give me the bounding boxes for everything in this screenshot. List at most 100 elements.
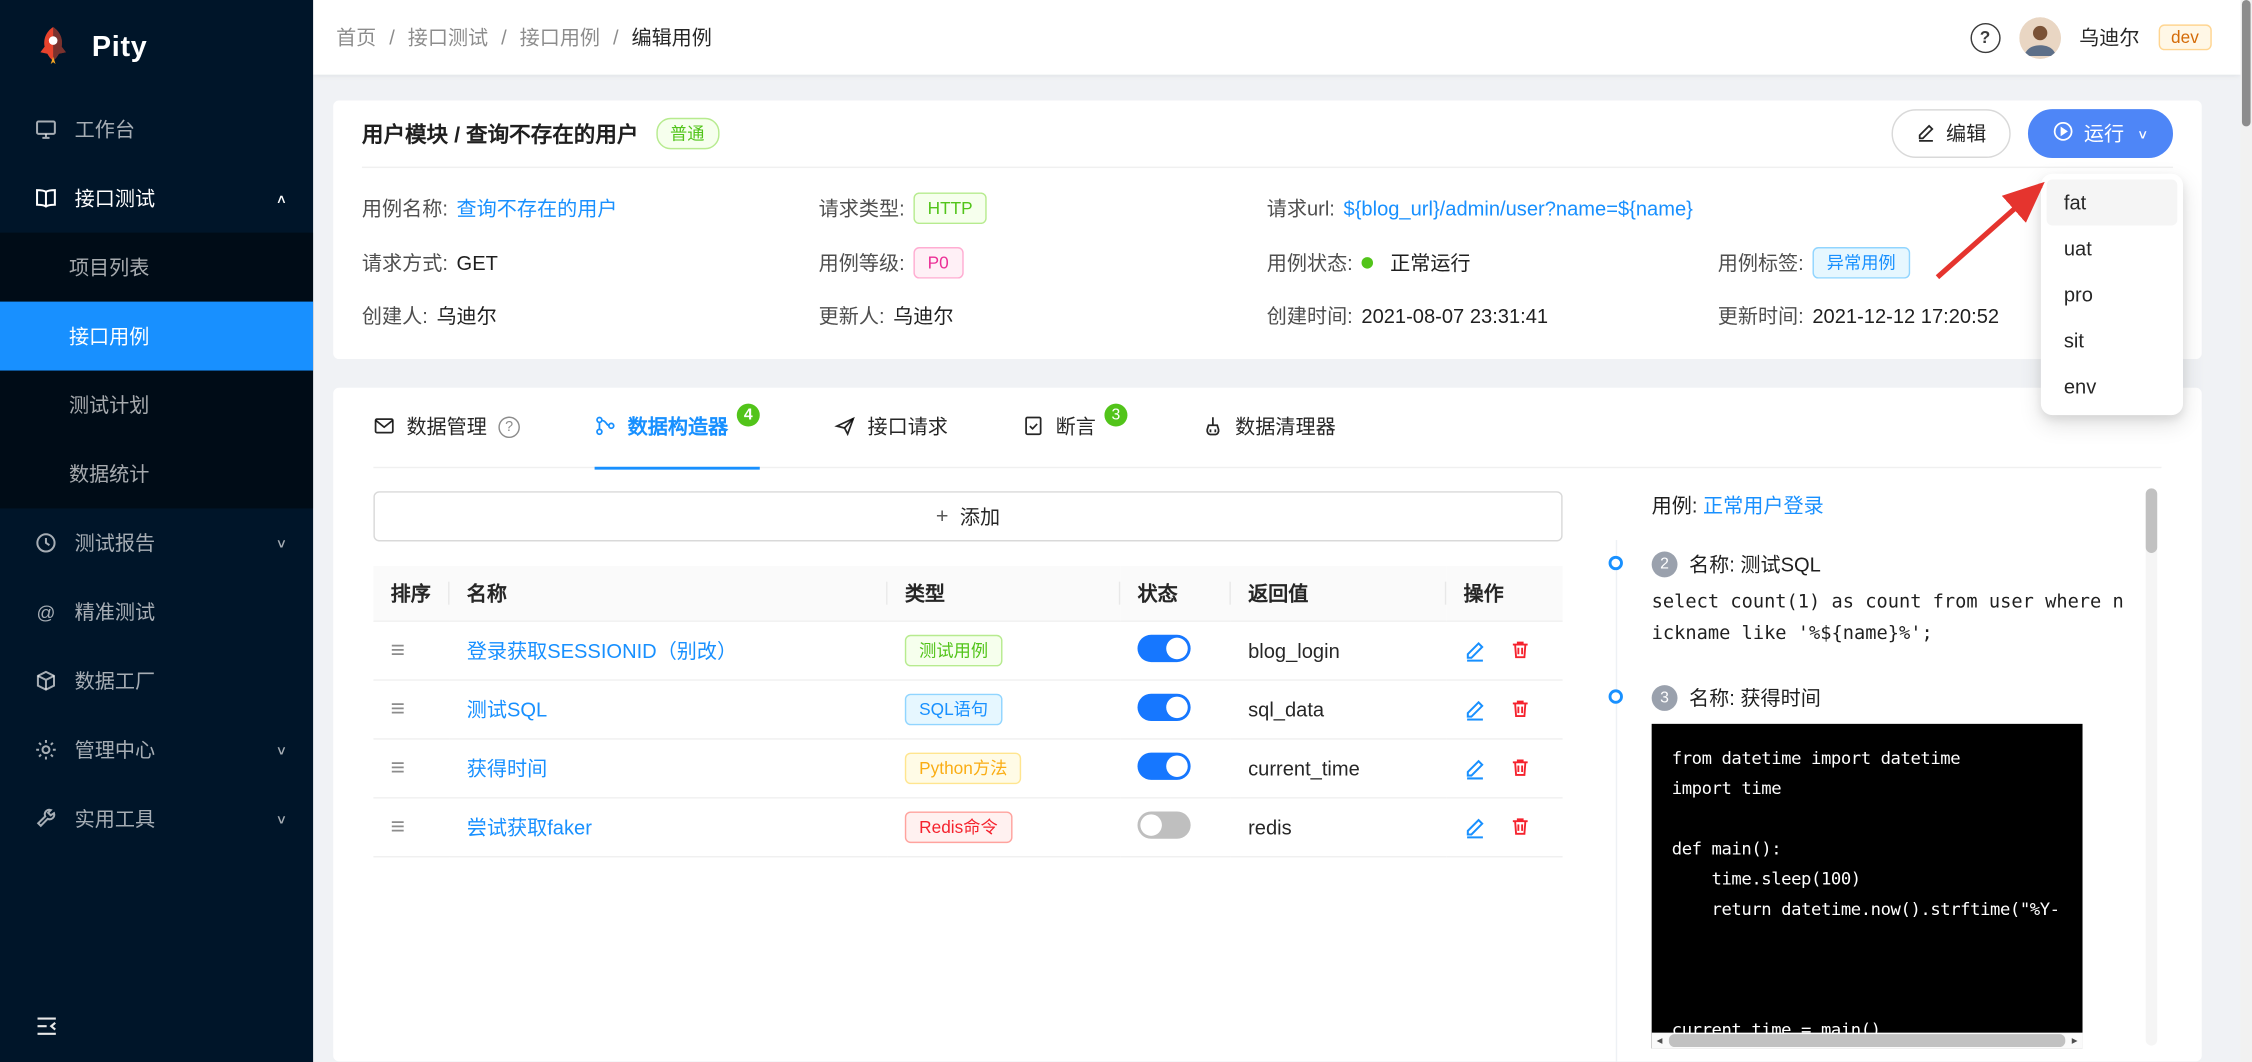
add-constructor-button[interactable]: + 添加 [373,491,1563,542]
run-button[interactable]: 运行 ∨ [2027,109,2174,158]
sidebar-item-api-cases[interactable]: 接口用例 [0,301,314,371]
scroll-left-icon[interactable]: ◂ [1652,1033,1668,1049]
branch-icon [595,414,617,440]
enabled-toggle[interactable] [1137,810,1191,839]
request-url-value: ${blog_url}/admin/user?name=${name} [1343,196,1693,220]
drag-handle-icon[interactable]: ≡ [391,753,405,780]
file-check-icon [1023,414,1045,440]
page-vertical-scrollbar[interactable] [2240,0,2252,1062]
field-request-url: 请求url: ${blog_url}/admin/user?name=${nam… [1266,196,1693,220]
sidebar-collapse-button[interactable] [0,993,313,1062]
sidebar-item-test-report[interactable]: 测试报告 ∨ [0,508,313,577]
sidebar-item-utilities[interactable]: 实用工具 ∨ [0,784,313,853]
chevron-down-icon: ∨ [275,536,288,551]
wrench-icon [34,807,57,830]
constructor-preview-panel: 用例: 正常用户登录 2 名称: 测试SQL select count(1) a… [1599,491,2133,1062]
sidebar-item-admin-center[interactable]: 管理中心 ∨ [0,715,313,784]
case-title: 用户模块 / 查询不存在的用户 [361,122,639,148]
delete-icon[interactable] [1509,698,1531,720]
tab-data-cleaner[interactable]: 数据清理器 [1202,387,1336,467]
drag-handle-icon[interactable]: ≡ [391,694,405,721]
help-icon[interactable]: ? [1969,22,2001,53]
run-env-dropdown: fat uat pro sit env [2040,173,2184,416]
preview-case-link[interactable]: 正常用户登录 [1703,494,1824,517]
horizontal-scrollbar[interactable]: ◂ ▸ [1651,1032,2083,1049]
field-create-time: 创建时间: 2021-08-07 23:31:41 [1266,304,1549,328]
tab-api-request[interactable]: 接口请求 [834,387,948,467]
constructor-name-link[interactable]: 登录获取SESSIONID（别改） [467,638,737,661]
env-option-sit[interactable]: sit [2047,317,2178,363]
sidebar-item-test-plan[interactable]: 测试计划 [0,371,313,440]
sidebar-item-project-list[interactable]: 项目列表 [0,233,313,302]
scrollbar-thumb[interactable] [2145,488,2158,553]
chevron-up-icon: ∧ [275,191,288,206]
drag-handle-icon[interactable]: ≡ [391,636,405,663]
edit-button[interactable]: 编辑 [1891,109,2011,158]
priority-tag: 普通 [655,117,719,150]
constructor-table-area: + 添加 排序 名称 类型 状态 返回值 操作 ≡ 登录获取SESSIONID（… [373,491,1563,1062]
case-detail-card: 数据管理 ? 数据构造器 4 接口请求 断言 3 数据清理器 + 添加 排序 名… [333,387,2202,1062]
case-level-tag: P0 [913,247,964,279]
field-creator: 创建人: 乌迪尔 [361,304,497,328]
clock-icon [34,531,57,554]
cube-icon [34,669,57,692]
api-test-submenu: 项目列表 接口用例 测试计划 数据统计 [0,232,314,509]
breadcrumb-api-cases[interactable]: 接口用例 [520,23,600,52]
sidebar-item-precise-test[interactable]: @ 精准测试 [0,577,313,646]
breadcrumb-home[interactable]: 首页 [336,23,376,52]
sidebar-item-data-statistics[interactable]: 数据统计 [0,439,313,508]
enabled-toggle[interactable] [1137,751,1191,780]
scrollbar-thumb[interactable] [2241,0,2251,127]
api-test-icon [34,187,57,210]
return-value: blog_login [1248,638,1340,662]
step-number-badge: 2 [1651,551,1678,578]
delete-icon[interactable] [1509,757,1531,779]
env-option-fat[interactable]: fat [2046,179,2178,226]
enabled-toggle[interactable] [1137,634,1191,662]
send-icon [834,414,856,440]
enabled-toggle[interactable] [1137,692,1191,721]
constructor-name-link[interactable]: 获得时间 [467,756,547,779]
scroll-right-icon[interactable]: ▸ [2067,1033,2083,1049]
sidebar-item-api-test[interactable]: 接口测试 ∧ [0,164,313,233]
env-option-pro[interactable]: pro [2047,271,2178,317]
delete-icon[interactable] [1509,816,1531,838]
edit-icon[interactable] [1464,756,1487,779]
case-name-link[interactable]: 查询不存在的用户 [457,194,618,223]
edit-icon[interactable] [1464,815,1487,838]
sql-snippet: select count(1) as count from user where… [1651,591,2124,645]
case-info-card: 用户模块 / 查询不存在的用户 普通 编辑 运行 ∨ 用例名称: 查询不存在的用… [333,100,2202,360]
drag-handle-icon[interactable]: ≡ [391,812,405,839]
field-request-type: 请求类型: HTTP [819,192,1267,225]
username: 乌迪尔 [2079,25,2140,49]
constructor-name-link[interactable]: 测试SQL [467,697,547,720]
case-card-header: 用户模块 / 查询不存在的用户 普通 编辑 运行 ∨ [361,101,2174,169]
edit-icon[interactable] [1464,638,1487,661]
edit-icon[interactable] [1464,697,1487,720]
env-option-env[interactable]: env [2047,363,2178,409]
app-name: Pity [91,30,148,63]
avatar[interactable] [2018,16,2061,59]
env-option-uat[interactable]: uat [2047,225,2178,271]
rocket-logo-icon [32,24,75,71]
scrollbar-thumb[interactable] [1668,1034,2066,1048]
return-value: sql_data [1248,697,1325,721]
panel-vertical-scrollbar[interactable] [2145,488,2158,1046]
sidebar-item-workbench[interactable]: 工作台 [0,95,313,164]
return-value: current_time [1248,756,1360,780]
tab-data-management[interactable]: 数据管理 ? [373,387,520,467]
constructor-section: + 添加 排序 名称 类型 状态 返回值 操作 ≡ 登录获取SESSIONID（… [373,468,2161,1062]
type-tag: 测试用例 [904,634,1003,666]
sidebar-item-data-factory[interactable]: 数据工厂 [0,646,313,715]
python-code-block: from datetime import datetime import tim… [1651,723,2083,1049]
play-circle-icon [2052,121,2074,147]
breadcrumb-separator: / [389,25,395,49]
tab-data-constructor[interactable]: 数据构造器 4 [594,387,760,469]
main-content: 用户模块 / 查询不存在的用户 普通 编辑 运行 ∨ 用例名称: 查询不存在的用… [313,74,2241,1062]
breadcrumb-api-test[interactable]: 接口测试 [408,23,488,52]
constructor-name-link[interactable]: 尝试获取faker [467,815,592,838]
field-case-name: 用例名称: 查询不存在的用户 [362,192,819,224]
delete-icon[interactable] [1509,639,1531,661]
tab-assertions[interactable]: 断言 3 [1023,387,1128,467]
at-icon: @ [36,601,56,623]
